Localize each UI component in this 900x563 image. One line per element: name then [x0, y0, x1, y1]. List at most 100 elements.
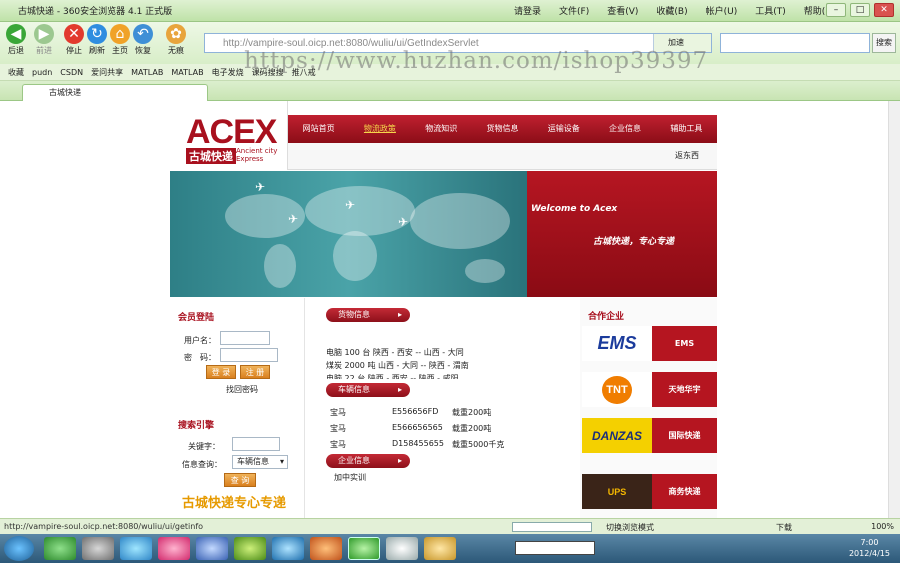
subnav-text: 返东西 [675, 151, 699, 160]
arrow-icon: ▸ [397, 456, 402, 465]
menu-tools[interactable]: 工具(T) [746, 4, 795, 17]
fav-item[interactable]: MATLAB [171, 68, 203, 77]
matlab-icon[interactable] [310, 537, 342, 560]
browse-mode-toggle[interactable]: 切换浏览模式 [606, 522, 654, 533]
partner-danzas[interactable]: DANZAS 国际快递 [582, 418, 717, 453]
paw-icon: ✿ [166, 24, 186, 44]
query-button[interactable]: 查 询 [224, 473, 256, 487]
tab-active[interactable]: 古城快递 [22, 84, 208, 101]
goods-line[interactable]: 电脑 22 台 陕西 - 西安 -- 陕西 - 咸阳 [326, 373, 459, 379]
vehicle-plate: E556656FD [392, 407, 439, 416]
nav-home[interactable]: 网站首页 [288, 115, 349, 143]
vertical-scrollbar[interactable] [888, 101, 900, 518]
login-title: 会员登陆 [178, 313, 215, 323]
plane-icon: ✈ [398, 215, 408, 229]
password-input[interactable] [220, 348, 278, 362]
login-button[interactable]: 登 录 [206, 365, 236, 379]
nav-equipment[interactable]: 运输设备 [533, 115, 594, 143]
info-select[interactable]: 车辆信息 ▾ [232, 455, 288, 469]
folder-icon[interactable] [424, 537, 456, 560]
browser-title-bar: 古城快递 - 360安全浏览器 4.1 正式版 请登录 文件(F) 查看(V) … [0, 0, 900, 22]
forward-button[interactable]: ▶ 前进 [30, 24, 58, 56]
fav-item[interactable]: pudn [32, 68, 52, 77]
nav-knowledge[interactable]: 物流知识 [411, 115, 472, 143]
stop-icon: ✕ [64, 24, 84, 44]
restore-button[interactable]: ↶ 恢复 [129, 24, 157, 56]
qq-icon[interactable] [386, 537, 418, 560]
search-input[interactable] [720, 33, 870, 53]
enterprise-item[interactable]: 加中实训 [334, 472, 366, 483]
taskbar-app-icon[interactable] [120, 537, 152, 560]
middle-column: 货物信息 ▸ 电脑 100 台 陕西 - 西安 -- 山西 - 大同 煤炭 200… [306, 298, 580, 518]
forgot-password-link[interactable]: 找回密码 [226, 384, 258, 395]
taskbar-search-input[interactable] [515, 541, 595, 555]
nav-policy[interactable]: 物流政策 [349, 115, 410, 143]
window-controls: – □ ✕ [826, 3, 894, 17]
taskbar-app-icon[interactable] [158, 537, 190, 560]
plane-icon: ✈ [345, 198, 355, 212]
vehicle-brand: 宝马 [330, 424, 346, 433]
plane-icon: ✈ [288, 212, 298, 226]
password-label: 密 码： [184, 353, 216, 362]
status-bar: http://vampire-soul.oicp.net:8080/wuliu/… [0, 518, 900, 534]
ups-logo: UPS [582, 474, 652, 509]
partner-tnt[interactable]: TNT 天地华宇 [582, 372, 717, 407]
world-map-icon: ✈ ✈ ✈ ✈ [225, 180, 510, 288]
goods-heading: 货物信息 ▸ [326, 308, 410, 322]
windows-taskbar: 7:00 2012/4/15 [0, 534, 900, 563]
logo-cn: 古城快递 [186, 148, 236, 164]
fav-item[interactable]: 电子发烧 [212, 67, 244, 78]
start-button[interactable] [4, 536, 34, 561]
banner-welcome: Welcome to Acex [531, 204, 618, 214]
menu-file[interactable]: 文件(F) [550, 4, 598, 17]
incognito-button[interactable]: ✿ 无痕 [162, 24, 190, 56]
back-button[interactable]: ◀ 后退 [2, 24, 30, 56]
partner-ems[interactable]: EMS EMS [582, 326, 717, 361]
ems-logo: EMS [582, 326, 652, 361]
goods-line[interactable]: 煤炭 2000 吨 山西 - 大同 -- 陕西 - 渭南 [326, 360, 469, 371]
partner-name: EMS [652, 326, 717, 361]
fav-item[interactable]: MATLAB [131, 68, 163, 77]
menu-login[interactable]: 请登录 [505, 4, 550, 17]
register-button[interactable]: 注 册 [240, 365, 270, 379]
menu-account[interactable]: 帐户(U) [697, 4, 747, 17]
vehicle-load: 载重200吨 [452, 408, 492, 417]
vehicle-load: 载重200吨 [452, 424, 492, 433]
close-icon[interactable]: ✕ [874, 3, 894, 17]
status-url: http://vampire-soul.oicp.net:8080/wuliu/… [4, 522, 204, 531]
refresh-icon: ↻ [87, 24, 107, 44]
taskbar-app-icon[interactable] [196, 537, 228, 560]
taskbar-app-icon[interactable] [82, 537, 114, 560]
minimize-icon[interactable]: – [826, 3, 846, 17]
nav-goods[interactable]: 货物信息 [472, 115, 533, 143]
download-button[interactable]: 下载 [776, 522, 792, 533]
partner-ups[interactable]: UPS 商务快递 [582, 474, 717, 509]
logo-en: Ancient city Express [236, 147, 278, 163]
menu-view[interactable]: 查看(V) [598, 4, 647, 17]
nav-enterprise[interactable]: 企业信息 [594, 115, 655, 143]
goods-line[interactable]: 电脑 100 台 陕西 - 西安 -- 山西 - 大同 [326, 347, 464, 358]
vehicle-plate: D158455655 [392, 439, 444, 448]
nav-tools[interactable]: 辅助工具 [656, 115, 717, 143]
maximize-icon[interactable]: □ [850, 3, 870, 17]
browser-taskbar-icon[interactable] [348, 537, 380, 560]
system-clock[interactable]: 7:00 2012/4/15 [849, 537, 890, 559]
vehicle-brand: 宝马 [330, 408, 346, 417]
info-query-label: 信息查询： [182, 460, 222, 469]
fav-item[interactable]: 收藏 [8, 67, 24, 78]
fav-item[interactable]: CSDN [60, 68, 83, 77]
tnt-logo: TNT [582, 372, 652, 407]
zoom-level[interactable]: 100% [871, 522, 894, 531]
menu-favorites[interactable]: 收藏(B) [647, 4, 696, 17]
keyword-input[interactable] [232, 437, 280, 451]
address-url: http://vampire-soul.oicp.net:8080/wuliu/… [223, 37, 479, 49]
undo-icon: ↶ [133, 24, 153, 44]
username-input[interactable] [220, 331, 270, 345]
taskbar-app-icon[interactable] [234, 537, 266, 560]
taskbar-app-icon[interactable] [272, 537, 304, 560]
fav-item[interactable]: 爱问共享 [91, 67, 123, 78]
partner-name: 国际快递 [652, 418, 717, 453]
taskbar-app-icon[interactable] [44, 537, 76, 560]
site-logo[interactable]: ACEX 古城快递 Ancient city Express [170, 101, 288, 170]
search-button[interactable]: 搜索 [872, 33, 896, 53]
